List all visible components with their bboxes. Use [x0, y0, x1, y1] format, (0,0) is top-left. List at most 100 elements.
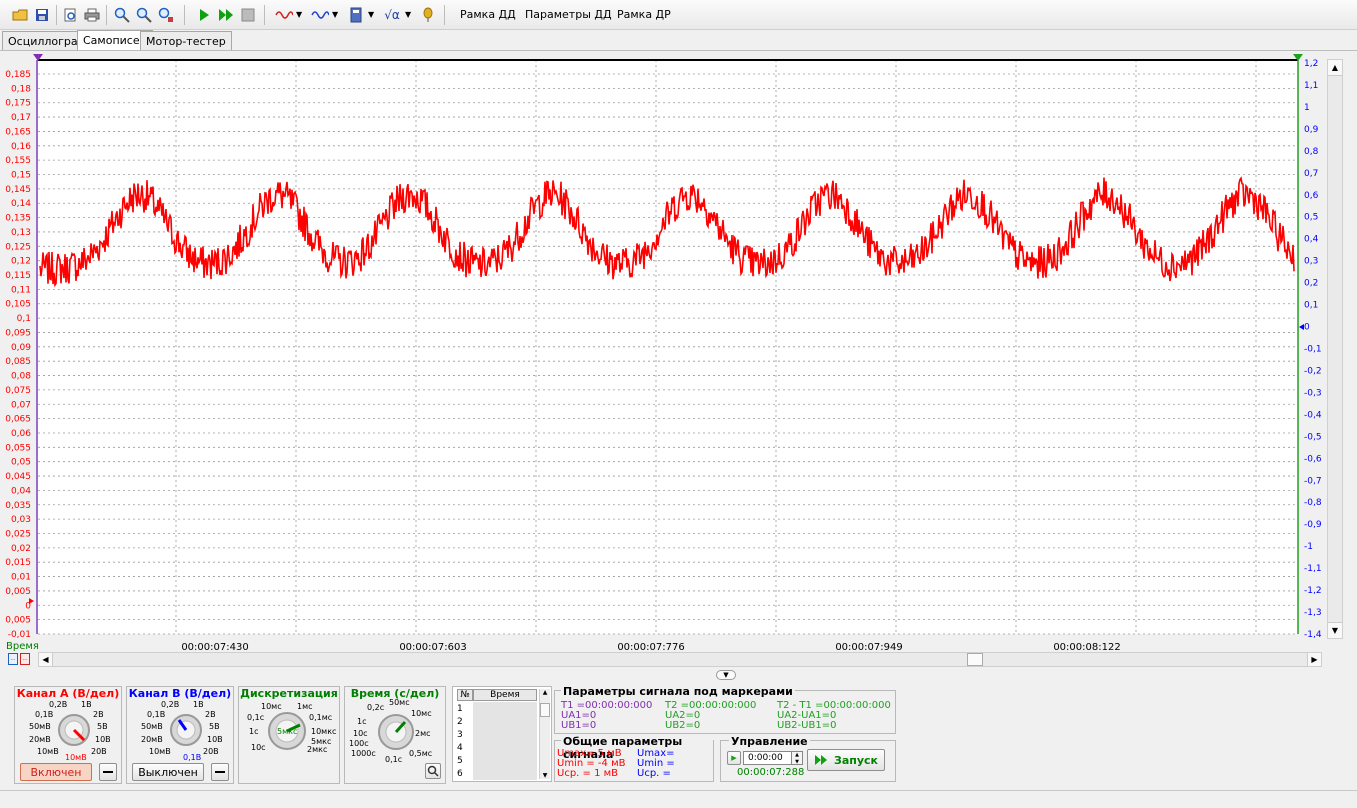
zoom-fit-icon[interactable]: [156, 5, 176, 25]
right-tick-label: -1: [1304, 542, 1313, 552]
vertical-scrollbar[interactable]: ▲ ▼: [1327, 59, 1343, 639]
knob-label: 2мс: [415, 729, 431, 738]
knob-label: 20мВ: [29, 735, 51, 744]
markers-scrollbar[interactable]: ▲ ▼: [539, 689, 550, 779]
table-row[interactable]: 6: [457, 768, 473, 781]
channel-b-knob[interactable]: [169, 713, 203, 747]
channel-a-zero-marker[interactable]: [29, 598, 34, 604]
left-tick-label: 0,01: [11, 573, 31, 583]
channel-a-invert-button[interactable]: [99, 763, 117, 781]
print-icon[interactable]: [82, 5, 102, 25]
left-tick-label: 0,06: [11, 429, 31, 439]
scroll-down-icon[interactable]: ▼: [1328, 622, 1342, 638]
knob-label: 0,1мс: [309, 713, 333, 722]
right-tick-label: 0: [1304, 323, 1310, 333]
chevron-down-icon[interactable]: ▼: [332, 10, 338, 19]
right-tick-label: 0,9: [1304, 125, 1319, 135]
left-tick-label: 0,015: [5, 558, 31, 568]
knob-label: 0,2с: [367, 703, 385, 712]
table-row[interactable]: 1: [457, 703, 473, 716]
right-tick-label: -1,3: [1304, 608, 1322, 618]
knob-label: 1с: [249, 727, 259, 736]
horizontal-scrollbar[interactable]: ◀ ▶: [38, 652, 1322, 667]
tab-motor-tester[interactable]: Мотор-тестер: [140, 31, 232, 50]
channel-a-toggle-button[interactable]: Включен: [20, 763, 92, 781]
table-row[interactable]: 5: [457, 755, 473, 768]
scroll-thumb[interactable]: [967, 653, 983, 666]
left-tick-label: 0,03: [11, 515, 31, 525]
timebase-knob[interactable]: [377, 713, 415, 751]
start-button[interactable]: Запуск: [807, 749, 885, 771]
left-tick-label: 0,12: [11, 257, 31, 267]
chevron-down-icon[interactable]: ▼: [405, 10, 411, 19]
chart: 0,185 0,18 0,175 0,17 0,165 0,16 0,155 0,15 0,14…: [5, 54, 1322, 653]
play-icon[interactable]: [194, 5, 214, 25]
right-tick-label: -0,8: [1304, 498, 1322, 508]
channel-b-toggle-button[interactable]: Выключен: [132, 763, 204, 781]
play-icon[interactable]: ▶: [727, 751, 741, 765]
open-folder-icon[interactable]: [10, 5, 30, 25]
channel-b-title: Канал В (В/дел): [128, 687, 232, 700]
ub1-value: UB1=0: [561, 720, 597, 731]
chevron-down-icon[interactable]: ▼: [368, 10, 374, 19]
right-tick-label: -0,3: [1304, 388, 1322, 398]
table-row[interactable]: 2: [457, 716, 473, 729]
right-tick-label: -0,9: [1304, 520, 1322, 530]
zoom-out-icon[interactable]: [134, 5, 154, 25]
stop-icon[interactable]: [238, 5, 258, 25]
timebase-panel: Время (с/дел) 50мс 0,2с 10мс 1с 10с 2мс …: [344, 686, 446, 784]
channel-b-scroll-button[interactable]: ..: [8, 653, 18, 665]
left-tick-label: 0,1: [17, 314, 31, 324]
chevron-down-icon[interactable]: ▼: [296, 10, 302, 19]
scroll-down-icon[interactable]: ▼: [540, 772, 550, 779]
play-fast-icon[interactable]: [216, 5, 236, 25]
zoom-in-icon[interactable]: [112, 5, 132, 25]
pin-icon[interactable]: [418, 5, 438, 25]
markers-table[interactable]: № Время 1 2 3 4 5 6 ▲ ▼: [452, 686, 552, 782]
plot-area: 0,185 0,18 0,175 0,17 0,165 0,16 0,155 0,15 0,14…: [0, 50, 1357, 682]
left-tick-label: 0,035: [5, 501, 31, 511]
scroll-right-icon[interactable]: ▶: [1307, 653, 1321, 666]
scroll-up-icon[interactable]: ▲: [1328, 60, 1342, 76]
channel-a-knob[interactable]: [57, 713, 91, 747]
frame-dr-button[interactable]: Рамка ДР: [617, 8, 671, 21]
signal-a-icon[interactable]: [274, 5, 294, 25]
channel-b-current-value: 0,1В: [183, 753, 202, 762]
frame-dd-button[interactable]: Рамка ДД: [460, 8, 516, 21]
start-button-label: Запуск: [834, 753, 878, 767]
collapse-panel-button[interactable]: ▼: [716, 670, 736, 680]
right-tick-label: 0,6: [1304, 191, 1319, 201]
timer-spinner[interactable]: ▲ ▼: [791, 751, 803, 765]
knob-label: 0,2В: [161, 700, 180, 709]
right-tick-label: 0,4: [1304, 235, 1319, 245]
signal-b-icon[interactable]: [310, 5, 330, 25]
save-icon[interactable]: [32, 5, 52, 25]
channel-b-zero-marker[interactable]: [1299, 324, 1304, 330]
channel-a-title: Канал А (В/дел): [16, 687, 120, 700]
print-preview-icon[interactable]: [60, 5, 80, 25]
table-row[interactable]: 4: [457, 742, 473, 755]
magnifier-button[interactable]: [425, 763, 441, 779]
params-dd-button[interactable]: Параметры ДД: [525, 8, 612, 21]
knob-label: 0,2В: [49, 700, 68, 709]
scroll-thumb[interactable]: [540, 703, 550, 717]
left-tick-label: 0,05: [11, 458, 31, 468]
left-tick-label: 0,02: [11, 544, 31, 554]
channel-b-invert-button[interactable]: [211, 763, 229, 781]
channel-b-panel: Канал В (В/дел) 0,2В 1В 0,1В 2В 50мВ 5В …: [126, 686, 234, 784]
knob-label: 1000с: [351, 749, 376, 758]
right-tick-label: -0,5: [1304, 432, 1322, 442]
left-tick-label: 0,04: [11, 486, 31, 496]
channel-a-scroll-button[interactable]: ..: [20, 653, 30, 665]
left-tick-label: 0,005: [5, 616, 31, 626]
sqrt-icon[interactable]: √α: [382, 5, 402, 25]
knob-label: 5В: [209, 722, 220, 731]
left-tick-label: 0,125: [5, 242, 31, 252]
table-row[interactable]: 3: [457, 729, 473, 742]
left-tick-label: 0,185: [5, 70, 31, 80]
left-tick-label: 0,165: [5, 127, 31, 137]
sampling-panel: Дискретизация 10мс 1мс 0,1с 0,1мс 1с 10м…: [238, 686, 340, 784]
calculator-icon[interactable]: [346, 5, 366, 25]
scroll-left-icon[interactable]: ◀: [39, 653, 53, 666]
scroll-up-icon[interactable]: ▲: [540, 689, 550, 696]
